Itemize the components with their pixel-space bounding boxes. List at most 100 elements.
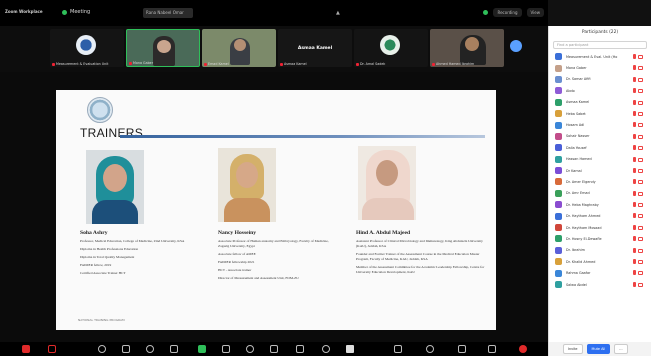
mic-off-icon bbox=[633, 281, 636, 287]
video-tile[interactable]: Dr. Amal Sadek bbox=[354, 29, 428, 67]
participant-name: Dr. Amer Elgendy bbox=[566, 179, 596, 184]
participant-row[interactable]: Dr. Amer Elgendy bbox=[549, 176, 651, 187]
participant-row[interactable]: Sohair Nasser bbox=[549, 131, 651, 142]
more-icon[interactable] bbox=[346, 345, 354, 353]
mute-all-button[interactable]: Mute All bbox=[586, 344, 611, 354]
host-tools-icon[interactable] bbox=[394, 345, 402, 353]
participant-list: Measurement & Eval. Unit (Ho Mona Gaber Dr… bbox=[549, 51, 651, 290]
participant-face bbox=[157, 40, 171, 53]
invite-button[interactable]: Invite bbox=[563, 344, 583, 354]
recording-button[interactable]: Recording bbox=[493, 8, 522, 17]
participant-row[interactable]: Dr. Khalid Ahmed bbox=[549, 256, 651, 267]
record-icon[interactable] bbox=[246, 345, 254, 353]
chat-icon[interactable] bbox=[122, 345, 130, 353]
participants-panel: Participants (22) Find a participant Mea… bbox=[548, 26, 651, 356]
trainer-bio: Associate Professor of Human anatomy and… bbox=[218, 239, 329, 281]
video-off-icon bbox=[638, 214, 643, 219]
participant-row[interactable]: Dr Kamal bbox=[549, 165, 651, 176]
app-menu[interactable]: Zoom Workplace bbox=[5, 9, 43, 14]
video-off-icon bbox=[638, 203, 643, 208]
participant-row[interactable]: Rahma Gaafar bbox=[549, 267, 651, 278]
mic-off-icon bbox=[633, 236, 636, 242]
tile-name: Dr. Amal Sadek bbox=[356, 62, 385, 66]
avatar bbox=[555, 87, 562, 95]
avatar bbox=[555, 110, 562, 118]
video-off-icon bbox=[638, 55, 643, 59]
trainer-bio: Assistant Professor of Clinical Microbio… bbox=[356, 239, 485, 274]
video-off-icon bbox=[638, 260, 643, 265]
shared-screen-area: TRAINERS Soha Ashry Professor, Medical E… bbox=[0, 72, 548, 342]
video-tile[interactable]: Asmaa Kamel Asmaa Kamel bbox=[278, 29, 352, 67]
participant-row[interactable]: Abdo bbox=[549, 85, 651, 96]
breakout-rooms-icon[interactable] bbox=[296, 345, 304, 353]
whiteboard-icon[interactable] bbox=[222, 345, 230, 353]
video-tile[interactable]: Emad Kamel bbox=[202, 29, 276, 67]
video-tile-active-speaker[interactable]: Mona Gaber bbox=[126, 29, 200, 67]
mute-icon[interactable] bbox=[22, 345, 30, 353]
avatar bbox=[555, 178, 562, 186]
mic-off-icon bbox=[633, 133, 636, 139]
participant-row[interactable]: Dr. Haytham Mosaad bbox=[549, 222, 651, 233]
cursor-icon: ▲ bbox=[336, 10, 340, 16]
participant-row[interactable]: Hassan Hamed bbox=[549, 154, 651, 165]
trainer-name: Nancy Hosseiny bbox=[218, 230, 257, 236]
participant-row[interactable]: Measurement & Eval. Unit (Ho bbox=[549, 51, 651, 62]
mic-off-icon bbox=[633, 224, 636, 230]
shared-screen-tab[interactable]: Rana Nabeel Omar bbox=[143, 8, 193, 18]
encryption-icon bbox=[483, 10, 489, 15]
participant-row[interactable]: Heba Sabet bbox=[549, 108, 651, 119]
video-off-icon bbox=[638, 100, 643, 105]
avatar bbox=[555, 269, 562, 277]
notes-icon[interactable] bbox=[458, 345, 466, 353]
participant-name: Dr. Ibrahim bbox=[566, 248, 585, 253]
participant-search-input[interactable]: Find a participant bbox=[553, 41, 647, 49]
meeting-info[interactable]: Meeting bbox=[62, 9, 90, 15]
participant-status bbox=[633, 88, 643, 94]
participants-icon[interactable] bbox=[98, 345, 106, 353]
settings-icon[interactable] bbox=[488, 345, 496, 353]
security-icon[interactable] bbox=[426, 345, 434, 353]
end-call-button[interactable] bbox=[519, 345, 527, 353]
tile-name: Measurement & Evaluation Unit bbox=[52, 62, 108, 66]
captions-icon[interactable] bbox=[270, 345, 278, 353]
video-off-icon bbox=[638, 237, 643, 242]
apps-icon[interactable] bbox=[170, 345, 178, 353]
video-off-icon bbox=[638, 111, 643, 116]
participant-name: Salwa Abdel bbox=[566, 282, 587, 287]
participant-name: Rahma Gaafar bbox=[566, 271, 591, 276]
participant-row[interactable]: Salwa Abdel bbox=[549, 279, 651, 290]
participant-row[interactable]: Dr. Hosny El-Dewafle bbox=[549, 233, 651, 244]
view-button[interactable]: View bbox=[526, 8, 544, 17]
participant-name: Dr. Haytham Ahmed bbox=[566, 214, 601, 219]
participant-name: Sohair Nasser bbox=[566, 134, 590, 139]
video-off-icon[interactable] bbox=[48, 345, 56, 353]
ai-companion-icon[interactable] bbox=[322, 345, 330, 353]
participant-row[interactable]: Dr. Heba Maghraby bbox=[549, 199, 651, 210]
mic-off-icon bbox=[633, 99, 636, 105]
participant-row[interactable]: Dr. Ibrahim bbox=[549, 245, 651, 256]
participant-row[interactable]: Dr. Haytham Ahmed bbox=[549, 210, 651, 221]
avatar bbox=[555, 144, 562, 152]
avatar bbox=[555, 98, 562, 106]
video-tile[interactable]: Measurement & Evaluation Unit bbox=[50, 29, 124, 67]
more-options-button[interactable]: ... bbox=[614, 344, 628, 354]
participant-row[interactable]: Mona Gaber bbox=[549, 62, 651, 73]
react-icon[interactable] bbox=[146, 345, 154, 353]
video-tile[interactable]: Ahmed Hamed Ibrahim bbox=[430, 29, 504, 67]
trainer-photo bbox=[86, 150, 144, 224]
participant-name: Mona Gaber bbox=[566, 66, 587, 71]
mic-off-icon bbox=[633, 122, 636, 128]
participant-row[interactable]: Dalia Yousef bbox=[549, 142, 651, 153]
participant-row[interactable]: Asmaa Kamel bbox=[549, 97, 651, 108]
participant-status bbox=[633, 281, 643, 287]
share-screen-icon[interactable] bbox=[198, 345, 206, 353]
mic-off-icon bbox=[633, 190, 636, 196]
more-participants-icon[interactable] bbox=[510, 40, 522, 52]
participant-row[interactable]: Hosam Adl bbox=[549, 119, 651, 130]
participant-row[interactable]: Dr. Amr Emad bbox=[549, 188, 651, 199]
participant-name: Dr. Haytham Mosaad bbox=[566, 225, 602, 230]
participant-name: Heba Sabet bbox=[566, 111, 586, 116]
participant-row[interactable]: Dr. Samar Afifi bbox=[549, 74, 651, 85]
avatar bbox=[555, 258, 562, 266]
tile-name: Emad Kamel bbox=[204, 62, 229, 66]
